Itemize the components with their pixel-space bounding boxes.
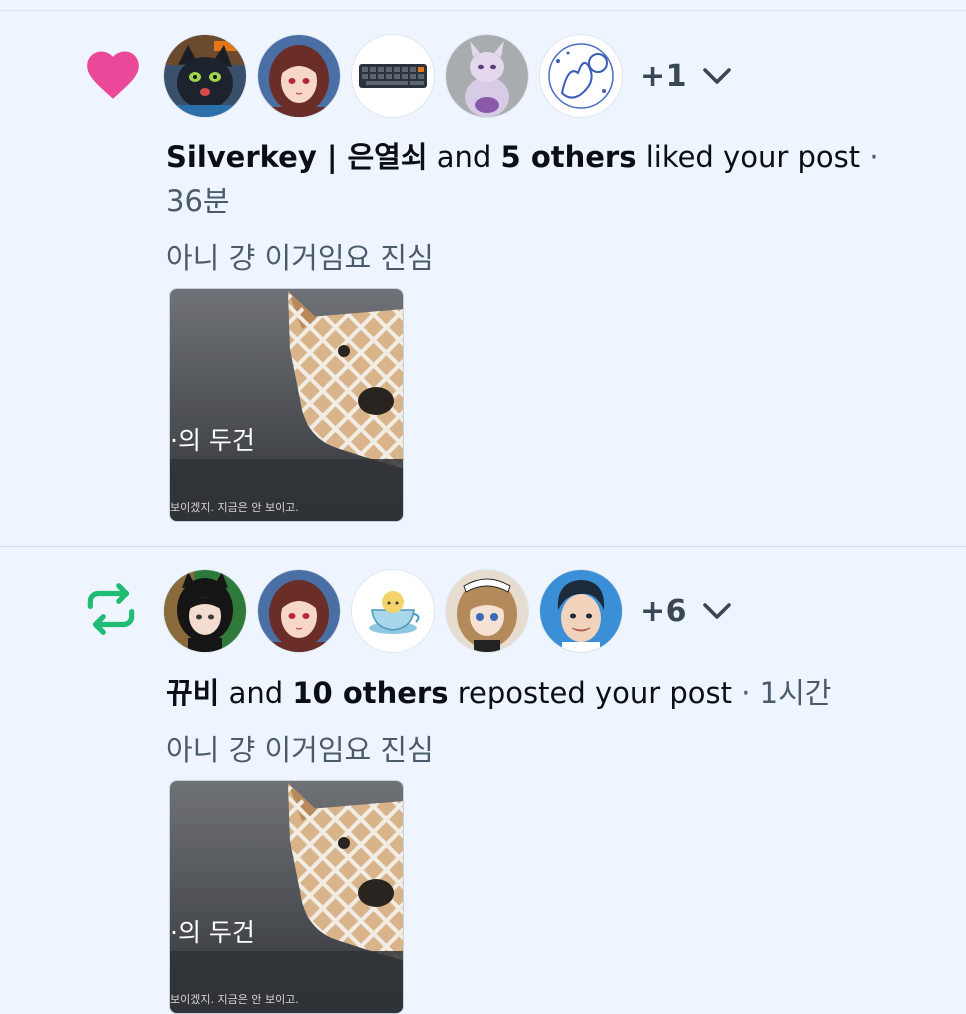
connector-text: and [427, 140, 501, 174]
avatar-anime-girl[interactable] [258, 570, 340, 652]
avatar-black-cat[interactable] [164, 35, 246, 117]
chevron-down-icon [703, 603, 731, 619]
timestamp: 36분 [166, 184, 230, 218]
thumbnail-title: ·의 두건 [170, 918, 255, 947]
avatar-stamp[interactable] [540, 35, 622, 117]
liker-avatars: +1 [164, 34, 735, 118]
notification-summary: 뀨비 and 10 others reposted your post · 1시… [166, 671, 831, 715]
separator-dot: · [860, 140, 879, 174]
avatar-anime-girl[interactable] [258, 35, 340, 117]
avatar-keyboard[interactable] [352, 35, 434, 117]
post-text[interactable]: 아니 걍 이거임요 진심 [166, 727, 434, 769]
chevron-down-icon [703, 68, 731, 84]
action-text: reposted your post [448, 676, 733, 710]
like-notification[interactable]: +1 Silverkey | 은열쇠 and 5 others liked yo… [0, 11, 966, 546]
timestamp: 1시간 [759, 676, 832, 710]
expand-avatars-button[interactable]: +6 [640, 593, 735, 629]
repost-icon [87, 583, 135, 635]
more-count: +1 [640, 58, 688, 94]
more-count: +6 [640, 593, 688, 629]
avatar-maid-girl[interactable] [446, 570, 528, 652]
actor-name[interactable]: 뀨비 [166, 676, 219, 710]
post-image-thumbnail[interactable]: ·의 두건 보이겠지. 지금은 안 보이고. [169, 780, 404, 1014]
others-count[interactable]: 5 others [501, 140, 637, 174]
avatar-teacup[interactable] [352, 570, 434, 652]
thumbnail-caption: 보이겠지. 지금은 안 보이고. [170, 501, 299, 514]
avatar-boy[interactable] [540, 570, 622, 652]
post-text[interactable]: 아니 걍 이거임요 진심 [166, 235, 434, 277]
reposter-avatars: +6 [164, 569, 735, 653]
thumbnail-caption: 보이겠지. 지금은 안 보이고. [170, 993, 299, 1006]
post-image-thumbnail[interactable]: ·의 두건 보이겠지. 지금은 안 보이고. [169, 288, 404, 522]
connector-text: and [219, 676, 293, 710]
notification-summary: Silverkey | 은열쇠 and 5 others liked your … [166, 135, 879, 179]
repost-notification[interactable]: +6 뀨비 and 10 others reposted your post ·… [0, 547, 966, 1014]
avatar-dark-hair-girl[interactable] [164, 570, 246, 652]
separator-dot: · [732, 676, 760, 710]
action-text: liked your post [636, 140, 861, 174]
heart-icon [87, 51, 139, 99]
others-count[interactable]: 10 others [292, 676, 448, 710]
avatar-plush[interactable] [446, 35, 528, 117]
expand-avatars-button[interactable]: +1 [640, 58, 735, 94]
thumbnail-title: ·의 두건 [170, 426, 255, 455]
actor-name[interactable]: Silverkey | 은열쇠 [166, 140, 428, 174]
